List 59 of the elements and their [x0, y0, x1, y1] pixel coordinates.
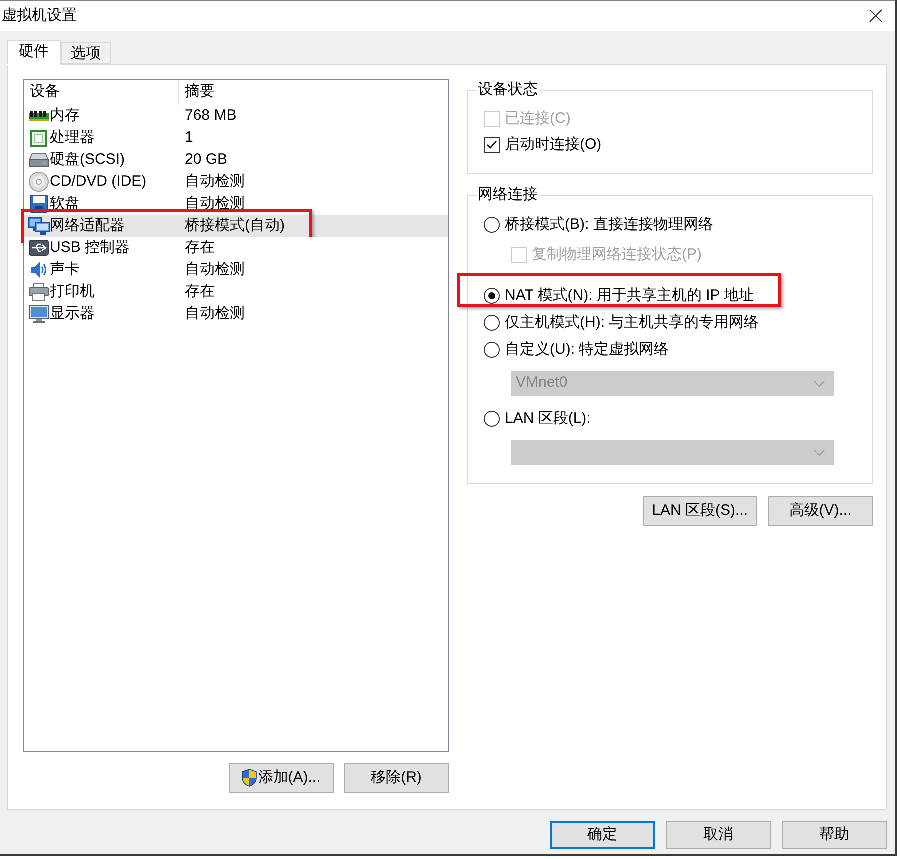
dialog-button[interactable]: 确定 [550, 821, 655, 849]
device-name: 内存 [50, 106, 80, 126]
device-name: 硬盘(SCSI) [50, 150, 125, 170]
network-option-button[interactable]: LAN 区段(S)... [643, 496, 757, 526]
radio-button[interactable] [484, 217, 500, 233]
chip-icon [30, 130, 47, 147]
memory-module-icon [28, 111, 48, 122]
device-summary: 1 [185, 128, 194, 148]
network-option-button[interactable]: 高级(V)... [768, 496, 873, 526]
list-action-button[interactable]: 移除(R) [344, 763, 449, 793]
disc-icon [28, 172, 48, 192]
list-action-button[interactable]: 添加(A)... [229, 763, 334, 793]
usb-icon [28, 240, 48, 256]
radio-label[interactable]: LAN 区段(L): [505, 408, 591, 430]
close-button[interactable] [868, 8, 884, 24]
checkbox[interactable] [484, 137, 500, 153]
radio-label[interactable]: NAT 模式(N): 用于共享主机的 IP 地址 [505, 284, 754, 308]
radio-label[interactable]: 桥接模式(B): 直接连接物理网络 [505, 214, 714, 236]
device-summary: 768 MB [185, 106, 238, 126]
window-title: 虚拟机设置 [2, 6, 77, 26]
monitor-icon [28, 305, 48, 324]
device-name: 声卡 [50, 260, 80, 280]
device-name: 打印机 [50, 282, 95, 302]
device-name: 显示器 [50, 304, 95, 324]
hard-drive-icon [28, 153, 48, 168]
device-summary: 桥接模式(自动) [185, 216, 286, 236]
device-name: 处理器 [50, 128, 95, 148]
checkbox-label[interactable]: 启动时连接(O) [505, 134, 602, 156]
device-summary: 自动检测 [185, 260, 246, 280]
device-summary: 存在 [185, 282, 216, 302]
chevron-down-icon [814, 380, 825, 386]
radio-label[interactable]: 自定义(U): 特定虚拟网络 [505, 338, 670, 362]
dialog-button[interactable]: 帮助 [782, 821, 887, 849]
dialog-button[interactable]: 取消 [666, 821, 771, 849]
device-summary: 自动检测 [185, 194, 246, 214]
printer-icon [28, 283, 48, 302]
device-summary: 20 GB [185, 150, 229, 170]
device-name: USB 控制器 [50, 238, 130, 258]
radio-button[interactable] [484, 411, 500, 427]
two-monitors-icon [28, 217, 50, 236]
radio-button[interactable] [484, 288, 500, 304]
tab[interactable]: 硬件 [7, 40, 61, 65]
close-icon [869, 9, 883, 23]
radio-button[interactable] [484, 315, 500, 331]
radio-button[interactable] [484, 342, 500, 358]
device-summary: 自动检测 [185, 172, 246, 192]
shield-icon [242, 769, 258, 787]
radio-label[interactable]: 仅主机模式(H): 与主机共享的专用网络 [505, 312, 760, 334]
group-title: 设备状态 [477, 81, 539, 99]
speaker-icon [30, 261, 48, 280]
device-summary: 存在 [185, 238, 216, 258]
column-header[interactable]: 摘要 [179, 80, 448, 105]
tab[interactable]: 选项 [61, 42, 111, 64]
chevron-down-icon [814, 450, 825, 456]
device-name: 网络适配器 [50, 216, 125, 236]
device-row[interactable]: 网络适配器 桥接模式(自动) [24, 215, 448, 237]
group-title: 网络连接 [477, 186, 539, 204]
device-name: CD/DVD (IDE) [50, 172, 147, 192]
device-summary: 自动检测 [185, 304, 246, 324]
